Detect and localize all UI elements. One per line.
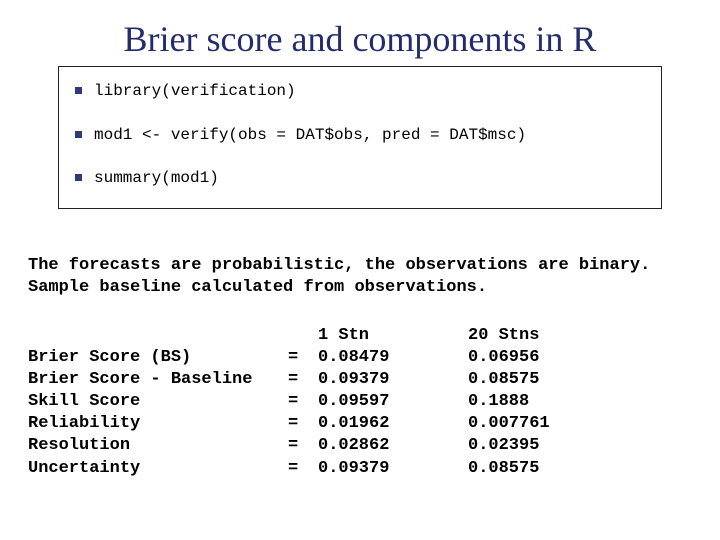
code-text: mod1 <- verify(obs = DAT$obs, pred = DAT… [94, 123, 526, 149]
metric-value-2: 0.08575 [468, 458, 550, 480]
output-intro-line: The forecasts are probabilistic, the obs… [28, 255, 692, 277]
results-table: 1 Stn 20 Stns Brier Score (BS) = 0.08479… [28, 325, 550, 480]
code-box: library(verification) mod1 <- verify(obs… [58, 66, 662, 209]
table-row: Brier Score (BS) = 0.08479 0.06956 [28, 347, 550, 369]
metric-value-2: 0.06956 [468, 347, 550, 369]
column-header-2: 20 Stns [468, 325, 550, 347]
table-row: Brier Score - Baseline = 0.09379 0.08575 [28, 369, 550, 391]
bullet-icon [75, 131, 82, 138]
metric-value-2: 0.007761 [468, 413, 550, 435]
metric-label: Resolution [28, 435, 288, 457]
code-line: summary(mod1) [69, 166, 643, 192]
metric-value-1: 0.01962 [318, 413, 468, 435]
table-row: Skill Score = 0.09597 0.1888 [28, 391, 550, 413]
metric-value-2: 0.1888 [468, 391, 550, 413]
metric-value-1: 0.09379 [318, 458, 468, 480]
metric-label: Skill Score [28, 391, 288, 413]
metric-label: Brier Score - Baseline [28, 369, 288, 391]
code-text: summary(mod1) [94, 166, 219, 192]
equals-sign: = [288, 347, 318, 369]
metric-value-1: 0.09379 [318, 369, 468, 391]
metric-value-1: 0.02862 [318, 435, 468, 457]
metric-value-2: 0.02395 [468, 435, 550, 457]
metric-label: Uncertainty [28, 458, 288, 480]
table-row: Reliability = 0.01962 0.007761 [28, 413, 550, 435]
code-text: library(verification) [94, 79, 296, 105]
equals-sign: = [288, 369, 318, 391]
table-header-row: 1 Stn 20 Stns [28, 325, 550, 347]
table-row: Uncertainty = 0.09379 0.08575 [28, 458, 550, 480]
bullet-icon [75, 174, 82, 181]
metric-label: Brier Score (BS) [28, 347, 288, 369]
table-row: Resolution = 0.02862 0.02395 [28, 435, 550, 457]
slide-title: Brier score and components in R [28, 18, 692, 60]
metric-value-1: 0.09597 [318, 391, 468, 413]
code-line: mod1 <- verify(obs = DAT$obs, pred = DAT… [69, 123, 643, 149]
equals-sign: = [288, 458, 318, 480]
output-intro-line: Sample baseline calculated from observat… [28, 277, 692, 299]
metric-value-1: 0.08479 [318, 347, 468, 369]
equals-sign: = [288, 435, 318, 457]
equals-sign: = [288, 413, 318, 435]
equals-sign: = [288, 391, 318, 413]
bullet-icon [75, 87, 82, 94]
column-header-1: 1 Stn [318, 325, 468, 347]
metric-label: Reliability [28, 413, 288, 435]
output-block: The forecasts are probabilistic, the obs… [28, 255, 692, 480]
metric-value-2: 0.08575 [468, 369, 550, 391]
code-line: library(verification) [69, 79, 643, 105]
